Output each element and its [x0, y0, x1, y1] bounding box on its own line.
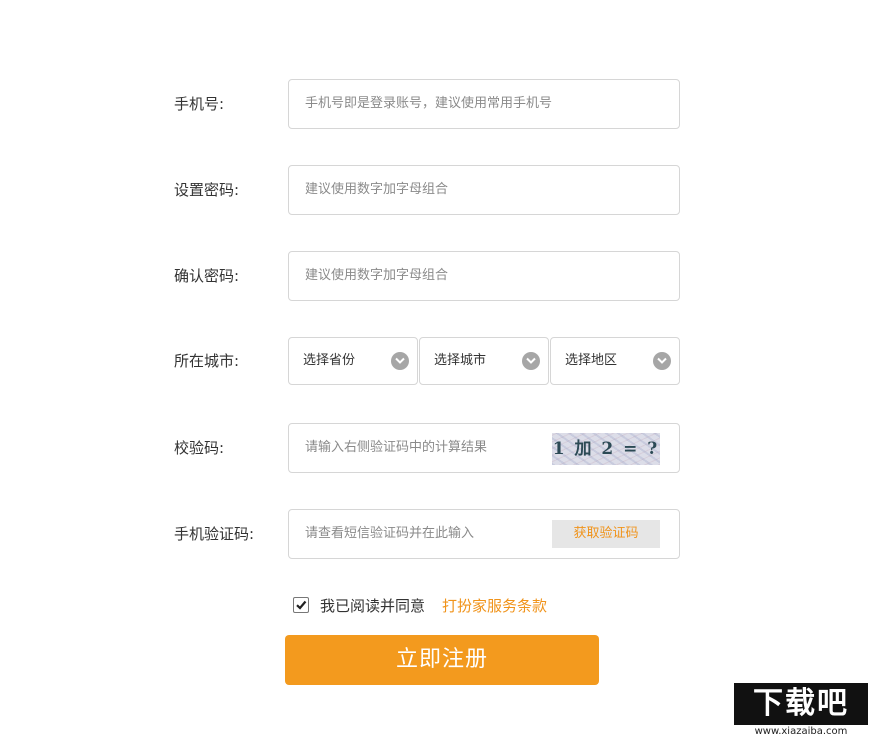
province-select-value: 选择省份	[303, 353, 356, 368]
captcha-image-text: 1 加 2 = ?	[552, 439, 660, 459]
phone-input[interactable]	[289, 80, 675, 128]
sms-code-label: 手机验证码:	[174, 525, 255, 543]
confirm-password-row: 确认密码:	[0, 251, 870, 301]
district-select[interactable]: 选择地区	[550, 337, 680, 385]
register-page: 手机号: 设置密码: 确认密码: 所在城市: 选择省份 选择城市	[0, 0, 870, 739]
district-select-value: 选择地区	[565, 353, 618, 368]
city-row: 所在城市: 选择省份 选择城市 选择地区	[0, 337, 870, 385]
phone-label: 手机号:	[174, 95, 225, 113]
sms-code-field-box: 获取验证码	[288, 509, 680, 559]
captcha-label: 校验码:	[174, 439, 225, 457]
watermark-url: www.xiazaiba.com	[754, 726, 848, 737]
captcha-field-box: 1 加 2 = ?	[288, 423, 680, 473]
captcha-row: 校验码: 1 加 2 = ?	[0, 423, 870, 473]
captcha-image[interactable]: 1 加 2 = ?	[552, 433, 660, 465]
sms-code-input[interactable]	[289, 510, 545, 558]
confirm-password-label: 确认密码:	[174, 267, 240, 285]
phone-row: 手机号:	[0, 79, 870, 129]
confirm-password-field-box	[288, 251, 680, 301]
city-select[interactable]: 选择城市	[419, 337, 549, 385]
watermark-logo-box: 下载吧	[734, 683, 868, 725]
password-label: 设置密码:	[174, 181, 240, 199]
agreement-checkbox[interactable]	[293, 597, 309, 613]
get-sms-code-button[interactable]: 获取验证码	[552, 520, 660, 548]
chevron-down-icon	[653, 352, 671, 370]
password-row: 设置密码:	[0, 165, 870, 215]
checkmark-icon	[296, 600, 307, 610]
chevron-down-icon	[522, 352, 540, 370]
register-submit-button[interactable]: 立即注册	[285, 635, 599, 685]
agreement-text: 我已阅读并同意	[320, 597, 426, 615]
chevron-down-icon	[391, 352, 409, 370]
watermark-logo-text: 下载吧	[753, 686, 849, 721]
password-field-box	[288, 165, 680, 215]
password-input[interactable]	[289, 166, 675, 214]
province-select[interactable]: 选择省份	[288, 337, 418, 385]
sms-code-row: 手机验证码: 获取验证码	[0, 509, 870, 559]
site-watermark: 下载吧 www.xiazaiba.com	[734, 683, 868, 737]
phone-field-box	[288, 79, 680, 129]
city-select-value: 选择城市	[434, 353, 487, 368]
city-label: 所在城市:	[174, 352, 240, 370]
terms-of-service-link[interactable]: 打扮家服务条款	[442, 593, 547, 619]
captcha-input[interactable]	[289, 424, 545, 472]
confirm-password-input[interactable]	[289, 252, 675, 300]
